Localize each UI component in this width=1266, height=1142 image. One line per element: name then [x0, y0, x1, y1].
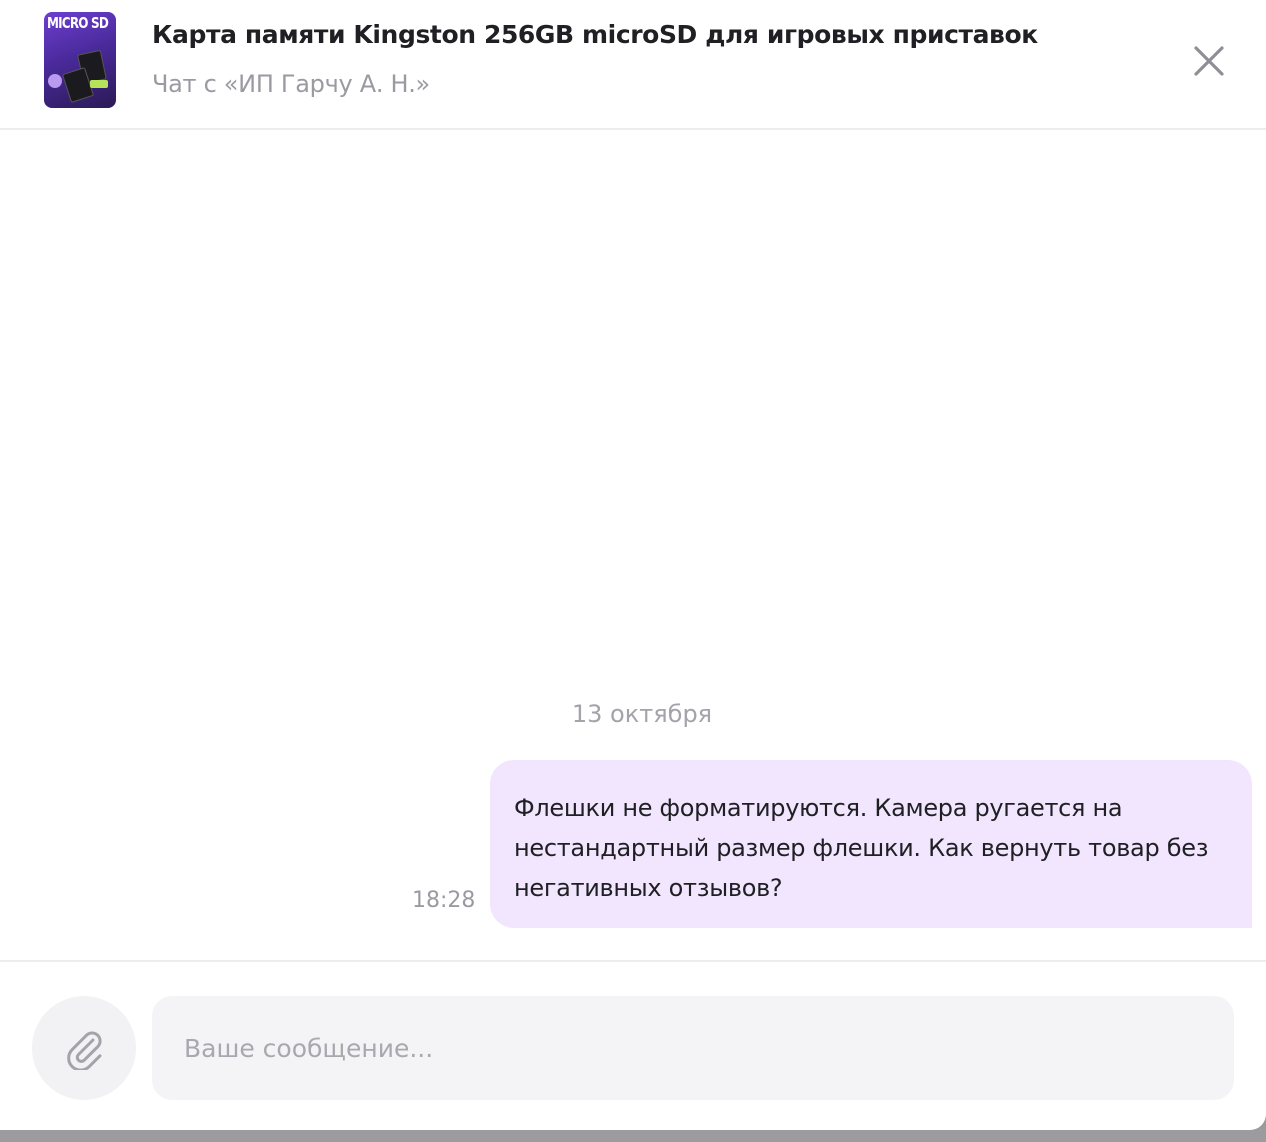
date-separator: 13 октября	[571, 700, 713, 728]
chat-header: MICRO SD Карта памяти Kingston 256GB mic…	[0, 0, 1266, 130]
message-row: 18:28 Флешки не форматируются. Камера ру…	[0, 760, 1266, 928]
product-title[interactable]: Карта памяти Kingston 256GB microSD для …	[152, 20, 1038, 49]
chat-seller-subtitle: Чат с «ИП Гарчу А. Н.»	[152, 70, 430, 98]
chat-modal: MICRO SD Карта памяти Kingston 256GB mic…	[0, 0, 1266, 1130]
close-button[interactable]	[1186, 38, 1232, 84]
message-composer	[0, 960, 1266, 1130]
paperclip-icon	[67, 1031, 102, 1070]
thumbnail-logo-text: MICRO SD	[47, 14, 109, 32]
page-backdrop	[0, 1128, 1266, 1142]
thumbnail-sticker	[90, 80, 108, 88]
outgoing-message-bubble: Флешки не форматируются. Камера ругается…	[490, 760, 1252, 928]
thumbnail-badge	[48, 74, 62, 88]
attach-file-button[interactable]	[32, 996, 136, 1100]
close-icon	[1194, 46, 1224, 76]
product-thumbnail[interactable]: MICRO SD	[44, 12, 116, 108]
message-input[interactable]	[152, 996, 1234, 1100]
message-time: 18:28	[412, 888, 476, 913]
